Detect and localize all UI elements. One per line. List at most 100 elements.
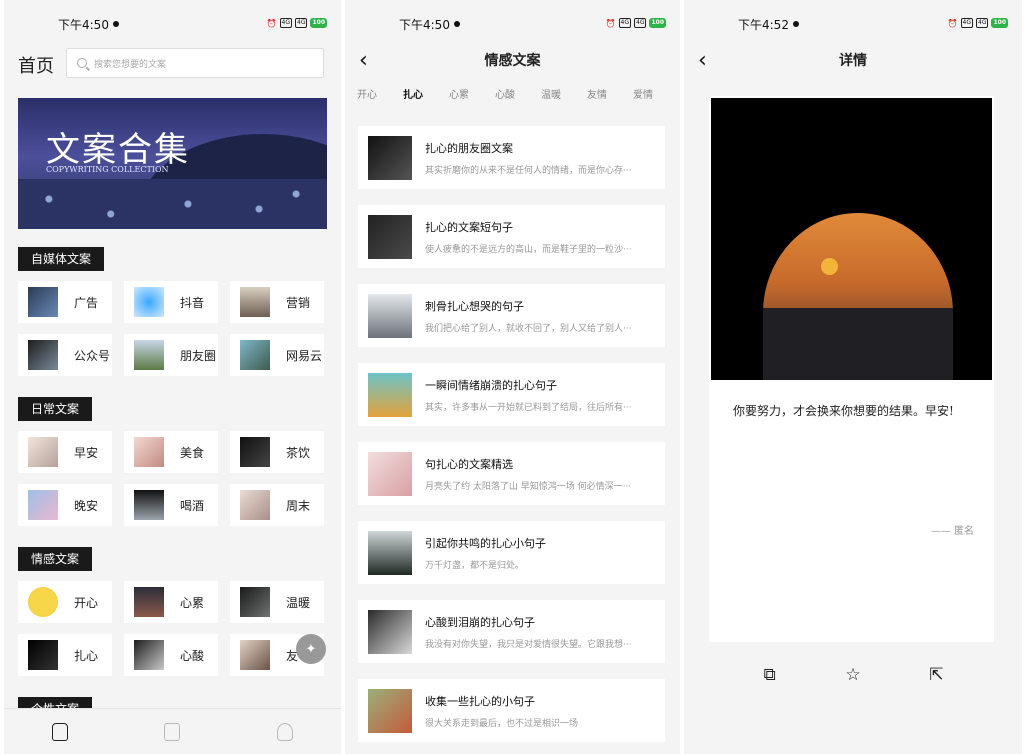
tile-label: 公众号: [74, 348, 111, 363]
tile-label: 网易云: [286, 348, 323, 363]
home-icon[interactable]: [52, 722, 69, 741]
tile-label: 营销: [286, 295, 311, 310]
banner[interactable]: 文案合集 COPYWRITING COLLECTION: [18, 98, 327, 229]
item-title: 扎心的朋友圈文案: [425, 141, 513, 155]
tile-thumb: [28, 287, 58, 317]
item-title: 收集一些扎心的小句子: [425, 694, 535, 708]
quote-author: —— 匿名: [930, 526, 974, 537]
category-tile[interactable]: 心累: [124, 581, 218, 623]
item-title: 心酸到泪崩的扎心句子: [425, 615, 535, 629]
item-thumb: [368, 530, 412, 575]
document-icon[interactable]: [164, 722, 181, 741]
alarm-icon: ⏰: [266, 18, 277, 28]
category-tile[interactable]: 开心: [18, 581, 112, 623]
category-tile[interactable]: 温暖: [230, 581, 324, 623]
item-title: 扎心的文案短句子: [425, 220, 513, 234]
lightbulb-icon[interactable]: ✦: [296, 634, 326, 664]
category-screen: 下午4:50 ⏰ 4G 4G 100 ‹ 情感文案 开心 扎心 心累 心酸 温暖…: [345, 0, 680, 754]
tile-label: 早安: [74, 445, 99, 460]
category-tile[interactable]: 心酸: [124, 634, 218, 676]
signal-icon: 4G: [618, 18, 631, 28]
copy-icon[interactable]: ⧉: [759, 664, 781, 686]
item-thumb: [368, 372, 412, 417]
page-title: 首页: [18, 56, 54, 77]
item-snippet: 我们把心给了别人，就收不回了，别人又给了别人···: [425, 323, 632, 334]
section-label: 日常文案: [18, 397, 93, 421]
category-tile[interactable]: 晚安: [18, 484, 112, 526]
category-tile[interactable]: 营销: [230, 281, 324, 323]
home-screen: 下午4:50 ⏰ 4G 4G 100 首页 搜索您想要的文案 文案合集 COPY…: [4, 0, 341, 754]
status-dot: [453, 21, 460, 27]
road: [763, 308, 953, 380]
item-thumb: [368, 293, 412, 338]
category-tile[interactable]: 周末: [230, 484, 324, 526]
star-icon[interactable]: ☆: [842, 664, 864, 686]
detail-screen: 下午4:52 ⏰ 4G 4G 100 ‹ 详情 你要努力，才会换来你想要的结果。…: [684, 0, 1022, 754]
signal-icon-2: 4G: [295, 18, 308, 28]
status-icons: ⏰ 4G 4G 100: [606, 18, 666, 28]
category-tile[interactable]: 扎心: [18, 634, 112, 676]
tile-thumb: [28, 340, 58, 370]
tile-thumb: [28, 587, 58, 617]
tile-label: 美食: [180, 445, 205, 460]
alarm-icon: ⏰: [605, 18, 616, 28]
category-tile[interactable]: 美食: [124, 431, 218, 473]
item-snippet: 使人疲惫的不是远方的高山，而是鞋子里的一粒沙···: [425, 244, 632, 255]
tab-love[interactable]: 爱情: [633, 82, 679, 110]
list-item[interactable]: 一瞬间情绪崩溃的扎心句子 其实，许多事从一开始就已料到了结局，往后所有···: [358, 363, 665, 426]
tab-bar: 开心 扎心 心累 心酸 温暖 友情 爱情: [345, 82, 680, 110]
tile-label: 温暖: [286, 595, 311, 610]
tile-thumb: [134, 587, 164, 617]
profile-icon[interactable]: [276, 722, 293, 741]
tile-thumb: [240, 640, 270, 670]
signal-icon-2: 4G: [634, 18, 647, 28]
tile-thumb: [240, 587, 270, 617]
status-time: 下午4:50: [399, 17, 450, 32]
share-icon[interactable]: ⇱: [925, 664, 947, 686]
category-tile[interactable]: 广告: [18, 281, 112, 323]
list-item[interactable]: 引起你共鸣的扎心小句子 万千灯盏，都不是归处。: [358, 521, 665, 584]
category-tile[interactable]: 抖音: [124, 281, 218, 323]
list-item[interactable]: 刺骨扎心想哭的句子我们把心给了别人，就收不回了，别人又给了别人···: [358, 284, 665, 347]
tab-warm[interactable]: 温暖: [541, 82, 587, 110]
bottom-nav: [4, 708, 341, 754]
section-label: 情感文案: [18, 547, 93, 571]
status-dot: [112, 21, 119, 27]
tab-friendship[interactable]: 友情: [587, 82, 633, 110]
tile-label: 开心: [74, 595, 99, 610]
battery-icon: 100: [991, 18, 1008, 28]
status-bar: 下午4:52 ⏰ 4G 4G 100: [684, 0, 1022, 48]
tile-thumb: [240, 437, 270, 467]
tile-label: 朋友圈: [180, 348, 217, 363]
battery-icon: 100: [310, 18, 327, 28]
list-item[interactable]: 心酸到泪崩的扎心句子我没有对你失望，我只是对爱情很失望。它跟我想···: [358, 600, 665, 663]
tile-label: 扎心: [74, 648, 99, 663]
item-snippet: 我没有对你失望，我只是对爱情很失望。它跟我想···: [425, 639, 632, 650]
category-tile[interactable]: 茶饮: [230, 431, 324, 473]
tab-sad[interactable]: 心酸: [495, 82, 541, 110]
tab-happy[interactable]: 开心: [357, 82, 403, 110]
category-tile[interactable]: 早安: [18, 431, 112, 473]
status-time: 下午4:50: [58, 17, 109, 32]
tile-label: 广告: [74, 295, 99, 310]
list-item[interactable]: 句扎心的文案精选 月亮失了约 太阳落了山 早知惊鸿一场 何必情深一···: [358, 442, 665, 505]
category-tile[interactable]: 公众号: [18, 334, 112, 376]
status-bar: 下午4:50 ⏰ 4G 4G 100: [4, 0, 341, 48]
tab-tired[interactable]: 心累: [449, 82, 495, 110]
list-item[interactable]: 扎心的文案短句子使人疲惫的不是远方的高山，而是鞋子里的一粒沙···: [358, 205, 665, 268]
category-tile[interactable]: 网易云: [230, 334, 324, 376]
page-title: 情感文案: [484, 53, 541, 69]
tab-heartbreak[interactable]: 扎心: [403, 82, 449, 110]
item-title: 引起你共鸣的扎心小句子: [425, 536, 546, 550]
tile-label: 抖音: [180, 295, 205, 310]
item-title: 刺骨扎心想哭的句子: [425, 299, 524, 313]
category-tile[interactable]: 朋友圈: [124, 334, 218, 376]
item-snippet: 很大关系走到最后，也不过是相识一场: [425, 718, 579, 729]
category-tile[interactable]: 喝酒: [124, 484, 218, 526]
list-item[interactable]: 扎心的朋友圈文案 其实折磨你的从来不是任何人的情绪，而是你心存···: [358, 126, 665, 189]
tile-thumb: [240, 287, 270, 317]
search-input[interactable]: 搜索您想要的文案: [66, 48, 324, 78]
status-icons: ⏰ 4G 4G 100: [267, 18, 327, 28]
list-item[interactable]: 收集一些扎心的小句子很大关系走到最后，也不过是相识一场: [358, 679, 665, 742]
tile-label: 心酸: [180, 648, 205, 663]
